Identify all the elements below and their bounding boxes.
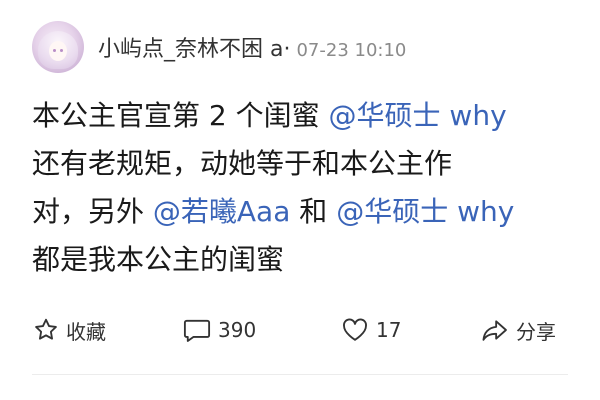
username[interactable]: 小屿点_奈林不困 a· <box>98 31 290 63</box>
favorite-label: 收藏 <box>66 319 106 344</box>
content-line-3: 对，另外 @若曦Aaa 和 @华硕士 why <box>32 188 572 236</box>
mention-link[interactable]: @华硕士 why <box>329 99 507 132</box>
content-text: 和 <box>290 195 337 228</box>
comment-count: 390 <box>218 318 257 342</box>
post-card: 小屿点_奈林不困 a· 07-23 10:10 本公主官宣第 2 个闺蜜 @华硕… <box>0 0 600 400</box>
comment-button[interactable]: 390 <box>182 310 256 350</box>
timestamp: 07-23 10:10 <box>296 40 407 61</box>
avatar-eye-right <box>60 49 63 52</box>
mention-link[interactable]: @华硕士 why <box>336 195 514 228</box>
like-button[interactable]: 17 <box>340 310 401 350</box>
comment-icon <box>182 316 212 344</box>
divider <box>32 374 568 375</box>
avatar[interactable] <box>32 21 84 73</box>
share-label: 分享 <box>516 319 556 344</box>
content-line-2: 还有老规矩，动她等于和本公主作 <box>32 140 572 188</box>
content-line-4: 都是我本公主的闺蜜 <box>32 236 572 284</box>
heart-icon <box>340 316 370 344</box>
content-text: 本公主官宣第 2 个闺蜜 <box>32 99 329 132</box>
avatar-face <box>49 41 67 61</box>
content-line-1: 本公主官宣第 2 个闺蜜 @华硕士 why <box>32 92 572 140</box>
avatar-eye-left <box>53 49 56 52</box>
post-header: 小屿点_奈林不困 a· 07-23 10:10 <box>32 20 406 74</box>
share-button[interactable]: 分享 <box>480 310 556 350</box>
share-icon <box>480 316 510 344</box>
post-meta: 小屿点_奈林不困 a· 07-23 10:10 <box>98 31 406 63</box>
post-content: 本公主官宣第 2 个闺蜜 @华硕士 why 还有老规矩，动她等于和本公主作 对，… <box>32 92 572 284</box>
action-bar: 收藏 390 17 分享 <box>32 310 568 350</box>
star-icon <box>32 316 60 344</box>
content-text: 还有老规矩，动她等于和本公主作 <box>32 147 453 180</box>
content-text: 都是我本公主的闺蜜 <box>32 243 285 276</box>
favorite-button[interactable]: 收藏 <box>32 310 106 350</box>
like-count: 17 <box>376 318 402 342</box>
mention-link[interactable]: @若曦Aaa <box>153 195 290 228</box>
content-text: 对，另外 <box>32 195 153 228</box>
